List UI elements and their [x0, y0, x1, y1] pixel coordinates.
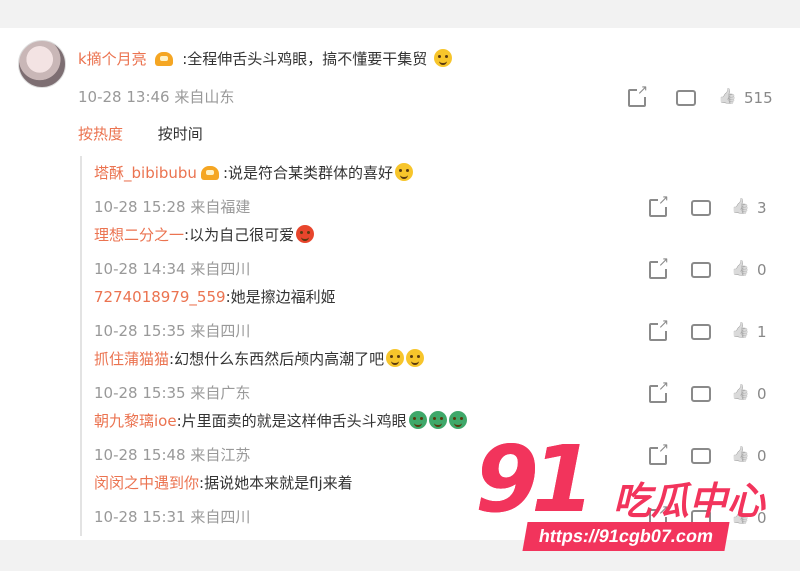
- reply-location: 来自四川: [190, 322, 251, 340]
- tab-sort-hot[interactable]: 按热度: [78, 125, 123, 143]
- username-link[interactable]: 7274018979_559: [94, 288, 226, 306]
- sick-emoji-icon: [408, 411, 427, 429]
- username-link[interactable]: 闵闵之中遇到你: [94, 474, 199, 492]
- watermark-logo: 91 吃瓜中心 https://91cgb07.com: [455, 430, 785, 560]
- sweat-emoji-icon: [406, 349, 425, 367]
- reply-text: :幻想什么东西然后颅内高潮了吧: [169, 350, 385, 368]
- reply-time: 10-28 15:48: [94, 446, 186, 464]
- avatar[interactable]: [18, 40, 66, 88]
- comment-actions: 515: [628, 84, 773, 108]
- like-count: 0: [757, 385, 767, 403]
- share-icon[interactable]: [649, 194, 669, 217]
- username-link[interactable]: 朝九黎璃ioe: [94, 412, 177, 430]
- list-item: 7274018979_559:她是擦边福利姬 10-28 15:35 来自四川 …: [94, 280, 780, 342]
- reply-text: :据说她本来就是flj来着: [199, 474, 353, 492]
- emoji-icon: [395, 163, 413, 181]
- like-icon[interactable]: [731, 384, 751, 404]
- like-count: 3: [757, 199, 767, 217]
- share-icon[interactable]: [628, 84, 648, 107]
- reply-time: 10-28 15:35: [94, 322, 186, 340]
- smirk-emoji-icon: [434, 49, 453, 67]
- reply-location: 来自四川: [190, 508, 251, 526]
- vip-crown-icon: [200, 166, 219, 180]
- reply-icon[interactable]: [691, 381, 711, 402]
- reply-time: 10-28 15:28: [94, 198, 186, 216]
- reply-icon[interactable]: [676, 85, 696, 106]
- username-link[interactable]: 塔酥_bibibubu: [94, 164, 197, 182]
- reply-time: 10-28 15:35: [94, 384, 186, 402]
- sort-tabs: 按热度 按时间: [78, 123, 203, 144]
- sick-emoji-icon: [448, 411, 467, 429]
- top-comment-line: k摘个月亮 :全程伸舌头斗鸡眼，搞不懂要干集贸: [78, 48, 453, 69]
- reply-icon[interactable]: [691, 195, 711, 216]
- comment-text: :全程伸舌头斗鸡眼，搞不懂要干集贸: [182, 50, 428, 68]
- share-icon[interactable]: [649, 380, 669, 403]
- reply-time: 10-28 14:34: [94, 260, 186, 278]
- list-item: 理想二分之一:以为自己很可爱 10-28 14:34 来自四川 0: [94, 218, 780, 280]
- reply-icon[interactable]: [691, 257, 711, 278]
- tab-sort-time[interactable]: 按时间: [158, 125, 203, 143]
- reply-location: 来自广东: [190, 384, 251, 402]
- list-item: 抓住蒲猫猫:幻想什么东西然后颅内高潮了吧 10-28 15:35 来自广东 0: [94, 342, 780, 404]
- like-icon[interactable]: [731, 322, 751, 342]
- watermark-url: https://91cgb07.com: [522, 522, 730, 551]
- reply-icon[interactable]: [691, 319, 711, 340]
- like-count: 1: [757, 323, 767, 341]
- watermark-name: 吃瓜中心: [613, 479, 766, 523]
- reply-location: 来自福建: [190, 198, 251, 216]
- comment-meta: 10-28 13:46 来自山东: [78, 86, 234, 107]
- like-icon[interactable]: [731, 198, 751, 218]
- comment-time: 10-28 13:46: [78, 88, 170, 106]
- reply-location: 来自江苏: [190, 446, 251, 464]
- angry-emoji-icon: [296, 225, 315, 243]
- reply-text: :以为自己很可爱: [184, 226, 295, 244]
- like-count: 515: [744, 89, 773, 107]
- username-link[interactable]: 理想二分之一: [94, 226, 184, 244]
- list-item: 塔酥_bibibubu :说是符合某类群体的喜好 10-28 15:28 来自福建…: [94, 156, 780, 218]
- reply-location: 来自四川: [190, 260, 251, 278]
- username-link[interactable]: 抓住蒲猫猫: [94, 350, 169, 368]
- sweat-emoji-icon: [386, 349, 405, 367]
- sick-emoji-icon: [428, 411, 447, 429]
- username-link[interactable]: k摘个月亮: [78, 50, 147, 68]
- share-icon[interactable]: [649, 256, 669, 279]
- reply-text: :她是擦边福利姬: [225, 288, 336, 306]
- watermark-number: 91: [475, 426, 595, 533]
- reply-text: :片里面卖的就是这样伸舌头斗鸡眼: [176, 412, 407, 430]
- reply-text: :说是符合某类群体的喜好: [222, 164, 393, 182]
- top-comment: k摘个月亮 :全程伸舌头斗鸡眼，搞不懂要干集贸 10-28 13:46 来自山东…: [18, 40, 788, 107]
- vip-crown-icon: [155, 52, 174, 66]
- like-count: 0: [757, 261, 767, 279]
- reply-time: 10-28 15:31: [94, 508, 186, 526]
- share-icon[interactable]: [649, 318, 669, 341]
- like-icon[interactable]: [718, 88, 738, 108]
- like-icon[interactable]: [731, 260, 751, 280]
- comment-location: 来自山东: [174, 88, 235, 106]
